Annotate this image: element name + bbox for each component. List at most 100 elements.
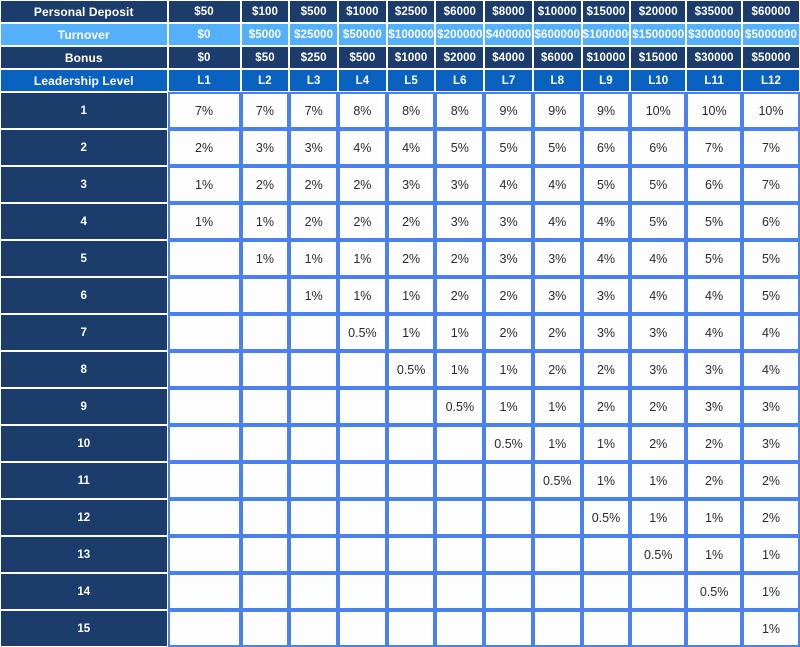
commission-cell: 1%: [289, 277, 339, 314]
commission-cell: 4%: [742, 314, 800, 351]
bonus-cell: $250: [289, 46, 339, 69]
commission-cell: 5%: [435, 129, 485, 166]
commission-cell: 2%: [581, 388, 631, 425]
commission-cell-empty: [484, 499, 533, 536]
commission-cell: 0.5%: [386, 351, 436, 388]
commission-cell: 2%: [532, 314, 582, 351]
commission-cell: 1%: [630, 499, 687, 536]
commission-cell: 1%: [581, 425, 631, 462]
commission-cell: 2%: [742, 499, 800, 536]
commission-cell: 5%: [484, 129, 533, 166]
commission-cell-empty: [435, 536, 485, 573]
commission-cell-empty: [289, 388, 339, 425]
commission-cell: 2%: [484, 277, 533, 314]
leadership-level-cell: L9: [581, 69, 631, 92]
depth-level-label: 15: [0, 610, 168, 647]
turnover-cell: $600000: [532, 23, 582, 46]
commission-cell-empty: [581, 610, 631, 647]
depth-level-label: 1: [0, 92, 168, 129]
depth-level-label: 5: [0, 240, 168, 277]
commission-cell: 1%: [581, 462, 631, 499]
commission-cell-empty: [240, 536, 290, 573]
commission-cell: 1%: [338, 240, 387, 277]
header-row-turnover: Turnover $0 $5000 $25000 $50000 $100000 $20000…: [0, 23, 800, 46]
personal-deposit-cell: $500: [289, 0, 339, 23]
table-row: 15 1%: [0, 610, 800, 647]
commission-cell-empty: [630, 610, 687, 647]
commission-cell: 3%: [435, 203, 485, 240]
commission-cell-empty: [289, 351, 339, 388]
commission-cell-empty: [167, 240, 241, 277]
commission-cell: 5%: [630, 203, 687, 240]
commission-cell: 9%: [581, 92, 631, 129]
commission-cell-empty: [338, 351, 387, 388]
commission-cell: 2%: [435, 240, 485, 277]
commission-cell: 1%: [240, 240, 290, 277]
commission-cell-empty: [167, 499, 241, 536]
commission-cell-empty: [289, 610, 339, 647]
personal-deposit-cell: $50: [167, 0, 241, 23]
table-row: 9 0.5% 1% 1% 2% 2% 3% 3%: [0, 388, 800, 425]
personal-deposit-cell: $15000: [581, 0, 631, 23]
commission-cell: 2%: [167, 129, 241, 166]
commission-cell: 10%: [630, 92, 687, 129]
commission-cell: 2%: [742, 462, 800, 499]
commission-cell-empty: [240, 314, 290, 351]
commission-cell-empty: [289, 499, 339, 536]
table-row: 11 0.5% 1% 1% 2% 2%: [0, 462, 800, 499]
turnover-cell: $3000000: [686, 23, 742, 46]
commission-cell: 2%: [630, 425, 687, 462]
commission-cell-empty: [435, 610, 485, 647]
commission-cell-empty: [167, 425, 241, 462]
commission-cell-empty: [289, 425, 339, 462]
commission-cell: 4%: [386, 129, 436, 166]
commission-cell-empty: [167, 462, 241, 499]
commission-cell: 10%: [686, 92, 742, 129]
commission-cell: 3%: [532, 240, 582, 277]
commission-cell: 1%: [686, 536, 742, 573]
commission-cell-empty: [338, 536, 387, 573]
commission-cell: 7%: [686, 129, 742, 166]
commission-cell-empty: [167, 277, 241, 314]
commission-cell-empty: [167, 351, 241, 388]
depth-level-label: 14: [0, 573, 168, 610]
commission-cell: 1%: [742, 573, 800, 610]
leadership-level-cell: L12: [742, 69, 800, 92]
commission-cell-empty: [338, 610, 387, 647]
personal-deposit-cell: $100: [240, 0, 290, 23]
row-header-leadership-level: Leadership Level: [0, 69, 168, 92]
commission-cell: 3%: [484, 203, 533, 240]
leadership-level-cell: L1: [167, 69, 241, 92]
personal-deposit-cell: $60000: [742, 0, 800, 23]
commission-cell-empty: [532, 610, 582, 647]
commission-cell: 6%: [581, 129, 631, 166]
commission-cell: 2%: [435, 277, 485, 314]
row-header-bonus: Bonus: [0, 46, 168, 69]
depth-level-label: 7: [0, 314, 168, 351]
commission-cell: 0.5%: [532, 462, 582, 499]
personal-deposit-cell: $35000: [686, 0, 742, 23]
commission-cell-empty: [581, 573, 631, 610]
commission-cell-empty: [338, 573, 387, 610]
bonus-cell: $50000: [742, 46, 800, 69]
row-header-personal-deposit: Personal Deposit: [0, 0, 168, 23]
bonus-cell: $30000: [686, 46, 742, 69]
commission-matrix-table: Personal Deposit $50 $100 $500 $1000 $2500 $60…: [0, 0, 800, 647]
leadership-level-cell: L8: [532, 69, 582, 92]
commission-cell: 3%: [532, 277, 582, 314]
personal-deposit-cell: $10000: [532, 0, 582, 23]
leadership-level-cell: L6: [435, 69, 485, 92]
personal-deposit-cell: $1000: [338, 0, 387, 23]
bonus-cell: $500: [338, 46, 387, 69]
table-row: 1 7% 7% 7% 8% 8% 8% 9% 9% 9% 10% 10% 10%: [0, 92, 800, 129]
commission-cell: 0.5%: [686, 573, 742, 610]
bonus-cell: $0: [167, 46, 241, 69]
commission-cell-empty: [338, 462, 387, 499]
commission-cell: 8%: [435, 92, 485, 129]
commission-cell: 3%: [581, 314, 631, 351]
commission-cell: 7%: [289, 92, 339, 129]
turnover-cell: $5000: [240, 23, 290, 46]
commission-cell: 2%: [532, 351, 582, 388]
commission-cell-empty: [240, 277, 290, 314]
commission-cell-empty: [386, 499, 436, 536]
